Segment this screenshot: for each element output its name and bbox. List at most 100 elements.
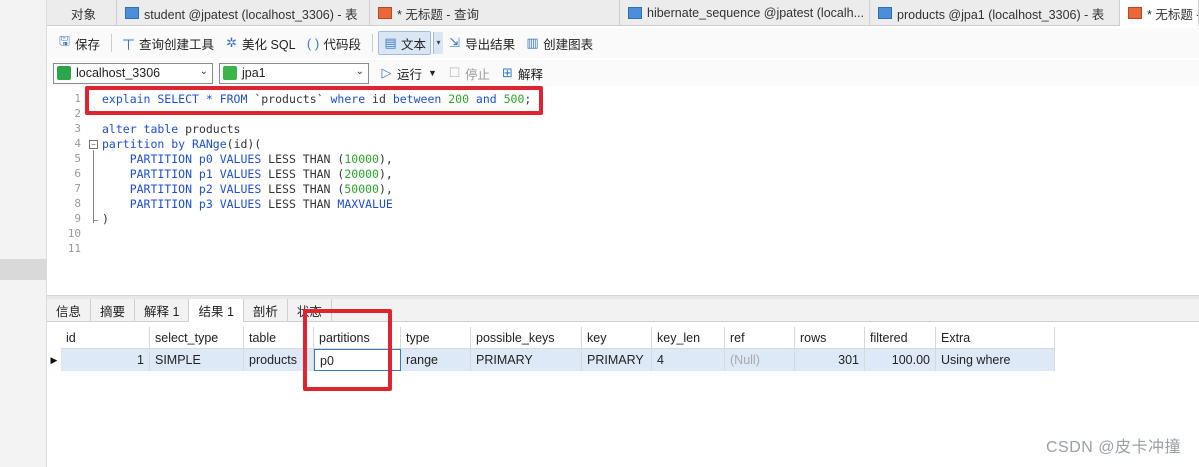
code-line: ) [102, 212, 109, 227]
side-panel [0, 0, 47, 467]
cell-ref[interactable]: (Null) [725, 349, 795, 371]
tab-4[interactable]: products @jpa1 (localhost_3306) - 表 [870, 0, 1120, 26]
line-number: 9 [74, 212, 81, 225]
line-number: 3 [74, 122, 81, 135]
column-header-type[interactable]: type [401, 327, 471, 349]
export-results-button[interactable]: ⇲ 导出结果 [443, 31, 519, 55]
fold-toggle-icon[interactable]: − [89, 140, 98, 149]
code-token: 20000 [344, 167, 379, 181]
cell-key[interactable]: PRIMARY [582, 349, 652, 371]
explain-icon: ⊞ [502, 65, 513, 80]
text-mode-button[interactable]: ▤ 文本 [378, 31, 432, 55]
tab-5[interactable]: * 无标题 - [1120, 0, 1199, 26]
chevron-down-icon: ⌄ [355, 65, 364, 77]
code-snippet-button[interactable]: ( ) 代码段 [302, 31, 366, 55]
line-number: 8 [74, 197, 81, 210]
tab-label: student @jpatest (localhost_3306) - 表 [144, 7, 358, 22]
cell-filtered[interactable]: 100.00 [865, 349, 936, 371]
code-token: PARTITION p1 [102, 167, 220, 181]
highlight-box-partitions [303, 309, 392, 391]
line-number-gutter: 1 2 3 4 5 6 7 8 9 10 11 [47, 89, 87, 295]
code-token: LESS THAN [268, 197, 338, 211]
result-tab-3[interactable]: 结果 1 [189, 299, 244, 322]
tab-1[interactable]: student @jpatest (localhost_3306) - 表 [117, 0, 370, 26]
table-icon [125, 7, 139, 19]
query-toolbar: 🖫 保存 ㄒ查询创建工具 ✲ 美化 SQL ( ) 代码段 ▤ 文本 ▾ ⇲ 导出结果 ▥… [47, 28, 1199, 58]
code-line: alter table products [102, 122, 240, 137]
cell-select-type[interactable]: SIMPLE [150, 349, 244, 371]
code-token: PARTITION p0 [102, 152, 220, 166]
query-icon [1128, 7, 1142, 19]
column-header-key-len[interactable]: key_len [652, 327, 725, 349]
code-token: VALUES [219, 182, 269, 196]
save-icon: 🖫 [58, 33, 71, 48]
code-token: ), [378, 182, 393, 196]
column-header-ref[interactable]: ref [725, 327, 795, 349]
column-header-filtered[interactable]: filtered [865, 327, 936, 349]
result-tab-4[interactable]: 剖析 [244, 299, 288, 322]
code-token: VALUES [219, 152, 269, 166]
cell-id[interactable]: 1 [61, 349, 150, 371]
connection-bar: localhost_3306 ⌄ jpa1 ⌄ ▷ 运行 ▼ ☐ 停止 ⊞ 解释 [47, 60, 1199, 86]
result-tab-2[interactable]: 解释 1 [135, 299, 190, 322]
text-mode-dropdown[interactable]: ▾ [433, 32, 444, 54]
cell-type[interactable]: range [401, 349, 471, 371]
stop-button[interactable]: ☐ 停止 [443, 61, 494, 85]
code-token: 50000 [344, 182, 379, 196]
explain-button[interactable]: ⊞ 解释 [496, 61, 547, 85]
code-token: partition by [102, 137, 193, 151]
stop-icon: ☐ [448, 65, 461, 80]
column-header-select-type[interactable]: select_type [150, 327, 244, 349]
run-dropdown-icon[interactable]: ▼ [428, 68, 437, 78]
cell-possible-keys[interactable]: PRIMARY [471, 349, 582, 371]
tab-label: 对象 [71, 7, 97, 22]
fold-line [93, 150, 94, 223]
code-token: RANge [192, 137, 227, 151]
column-header-extra[interactable]: Extra [936, 327, 1055, 349]
result-tab-1[interactable]: 摘要 [91, 299, 136, 322]
line-number: 4 [74, 137, 81, 150]
export-icon: ⇲ [449, 35, 461, 50]
database-icon [223, 66, 237, 80]
fold-end-mark [93, 220, 98, 221]
table-icon [878, 7, 892, 19]
line-number: 10 [67, 227, 81, 240]
sql-editor[interactable]: 1 2 3 4 5 6 7 8 9 10 11 − explain SELECT * FROM `p… [47, 89, 1199, 295]
code-token: LESS THAN ( [268, 152, 345, 166]
code-token: (id)( [226, 137, 262, 151]
connection-icon [57, 66, 71, 80]
table-row[interactable]: 1 SIMPLE products p0 range PRIMARY PRIMARY 4 (Nu… [61, 349, 1055, 371]
column-header-possible-keys[interactable]: possible_keys [471, 327, 582, 349]
line-number: 5 [74, 152, 81, 165]
code-line: PARTITION p3 VALUES LESS THAN MAXVALUE [102, 197, 393, 212]
chart-icon: ▥ [526, 35, 539, 50]
connection-select[interactable]: localhost_3306 ⌄ [53, 62, 213, 84]
beautify-sql-button[interactable]: ✲ 美化 SQL [220, 31, 300, 55]
code-token: ), [378, 152, 393, 166]
result-tab-bar: 信息 摘要 解释 1 结果 1 剖析 状态 [47, 299, 1199, 322]
query-icon [378, 7, 392, 19]
column-header-rows[interactable]: rows [795, 327, 865, 349]
database-select[interactable]: jpa1 ⌄ [219, 62, 369, 84]
save-button[interactable]: 🖫 保存 [53, 31, 104, 55]
result-tab-0[interactable]: 信息 [47, 299, 92, 322]
create-chart-button[interactable]: ▥ 创建图表 [521, 31, 597, 55]
cell-key-len[interactable]: 4 [652, 349, 725, 371]
code-line: PARTITION p1 VALUES LESS THAN (20000), [102, 167, 393, 182]
run-button[interactable]: ▷ 运行 ▼ [375, 61, 441, 85]
column-header-id[interactable]: id [61, 327, 150, 349]
tab-2[interactable]: * 无标题 - 查询 [370, 0, 620, 26]
code-line: partition by RANge(id)( [102, 137, 261, 152]
chevron-down-icon: ⌄ [199, 65, 208, 77]
line-number: 7 [74, 182, 81, 195]
cell-extra[interactable]: Using where [936, 349, 1055, 371]
watermark: CSDN @皮卡冲撞 [1045, 439, 1181, 456]
line-number: 2 [74, 107, 81, 120]
tab-0[interactable]: 对象 [47, 0, 117, 26]
query-builder-button[interactable]: ㄒ查询创建工具 [117, 31, 218, 55]
tab-3[interactable]: hibernate_sequence @jpatest (localh... [620, 0, 870, 26]
column-header-key[interactable]: key [582, 327, 652, 349]
table-icon [628, 7, 642, 19]
side-panel-selected-item[interactable] [0, 259, 47, 280]
cell-rows[interactable]: 301 [795, 349, 865, 371]
